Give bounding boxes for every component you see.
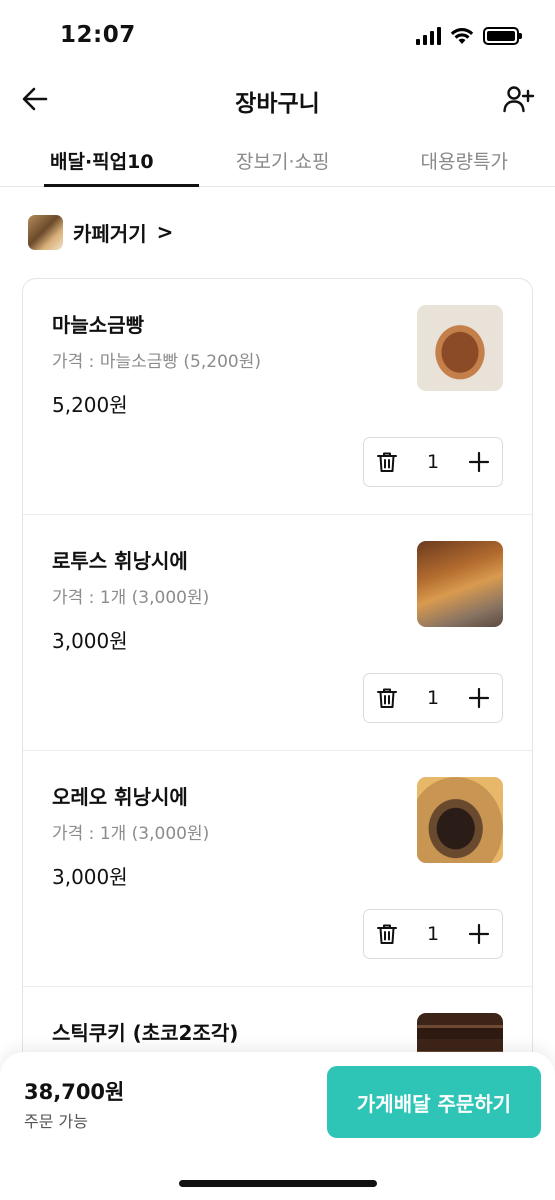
tab-delivery-pickup[interactable]: 배달·픽업10 <box>22 135 199 187</box>
item-option: 가격 : 마늘소금빵 (5,200원) <box>52 352 261 372</box>
delete-button[interactable] <box>364 910 410 958</box>
tab-bulk-deals[interactable]: 대용량특가 <box>374 135 555 186</box>
store-link[interactable]: 카페거기 > <box>28 214 173 250</box>
nav-bar: 장바구니 <box>0 74 555 124</box>
store-thumbnail <box>28 214 63 250</box>
quantity-stepper: 1 <box>363 909 503 959</box>
cart-item-list: 마늘소금빵 가격 : 마늘소금빵 (5,200원) 5,200원 1 로투스 휘… <box>22 278 533 1178</box>
cart-item: 마늘소금빵 가격 : 마늘소금빵 (5,200원) 5,200원 1 <box>23 279 532 515</box>
quantity-stepper: 1 <box>363 437 503 487</box>
cellular-signal-icon <box>416 27 441 45</box>
item-price: 3,000원 <box>52 629 128 653</box>
item-name: 로투스 휘낭시에 <box>52 549 188 573</box>
increase-button[interactable] <box>456 910 502 958</box>
status-bar: 12:07 <box>0 0 555 74</box>
invite-button[interactable] <box>499 80 539 118</box>
item-name: 마늘소금빵 <box>52 313 144 337</box>
status-time: 12:07 <box>60 22 136 48</box>
cart-item: 로투스 휘낭시에 가격 : 1개 (3,000원) 3,000원 1 <box>23 515 532 751</box>
category-tabs: 배달·픽업10 장보기·쇼핑 대용량특가 <box>0 135 555 187</box>
person-add-icon <box>503 86 535 113</box>
item-photo[interactable] <box>417 777 503 863</box>
delete-button[interactable] <box>364 438 410 486</box>
order-bar: 38,700원 주문 가능 가게배달 주문하기 <box>0 1052 555 1200</box>
battery-icon <box>483 27 522 45</box>
item-option: 가격 : 1개 (3,000원) <box>52 588 210 608</box>
total-price: 38,700원 <box>24 1080 125 1104</box>
item-photo[interactable] <box>417 541 503 627</box>
plus-icon <box>468 451 490 473</box>
chevron-right-icon: > <box>156 220 174 244</box>
home-indicator <box>179 1180 377 1187</box>
quantity-stepper: 1 <box>363 673 503 723</box>
cart-item: 오레오 휘낭시에 가격 : 1개 (3,000원) 3,000원 1 <box>23 751 532 987</box>
wifi-icon <box>450 28 474 44</box>
tab-grocery-shopping[interactable]: 장보기·쇼핑 <box>192 135 374 186</box>
delete-button[interactable] <box>364 674 410 722</box>
order-status: 주문 가능 <box>24 1112 88 1131</box>
trash-icon <box>377 924 397 944</box>
plus-icon <box>468 923 490 945</box>
item-name: 오레오 휘낭시에 <box>52 785 188 809</box>
item-price: 3,000원 <box>52 865 128 889</box>
order-button[interactable]: 가게배달 주문하기 <box>327 1066 541 1138</box>
increase-button[interactable] <box>456 438 502 486</box>
increase-button[interactable] <box>456 674 502 722</box>
quantity-value: 1 <box>426 451 440 473</box>
store-name: 카페거기 <box>73 221 147 246</box>
plus-icon <box>468 687 490 709</box>
quantity-value: 1 <box>426 687 440 709</box>
page-title: 장바구니 <box>235 91 320 117</box>
trash-icon <box>377 688 397 708</box>
item-option: 가격 : 1개 (3,000원) <box>52 824 210 844</box>
quantity-value: 1 <box>426 923 440 945</box>
item-name: 스틱쿠키 (초코2조각) <box>52 1021 239 1045</box>
trash-icon <box>377 452 397 472</box>
status-icons <box>416 25 522 47</box>
item-price: 5,200원 <box>52 393 128 417</box>
item-photo[interactable] <box>417 305 503 391</box>
